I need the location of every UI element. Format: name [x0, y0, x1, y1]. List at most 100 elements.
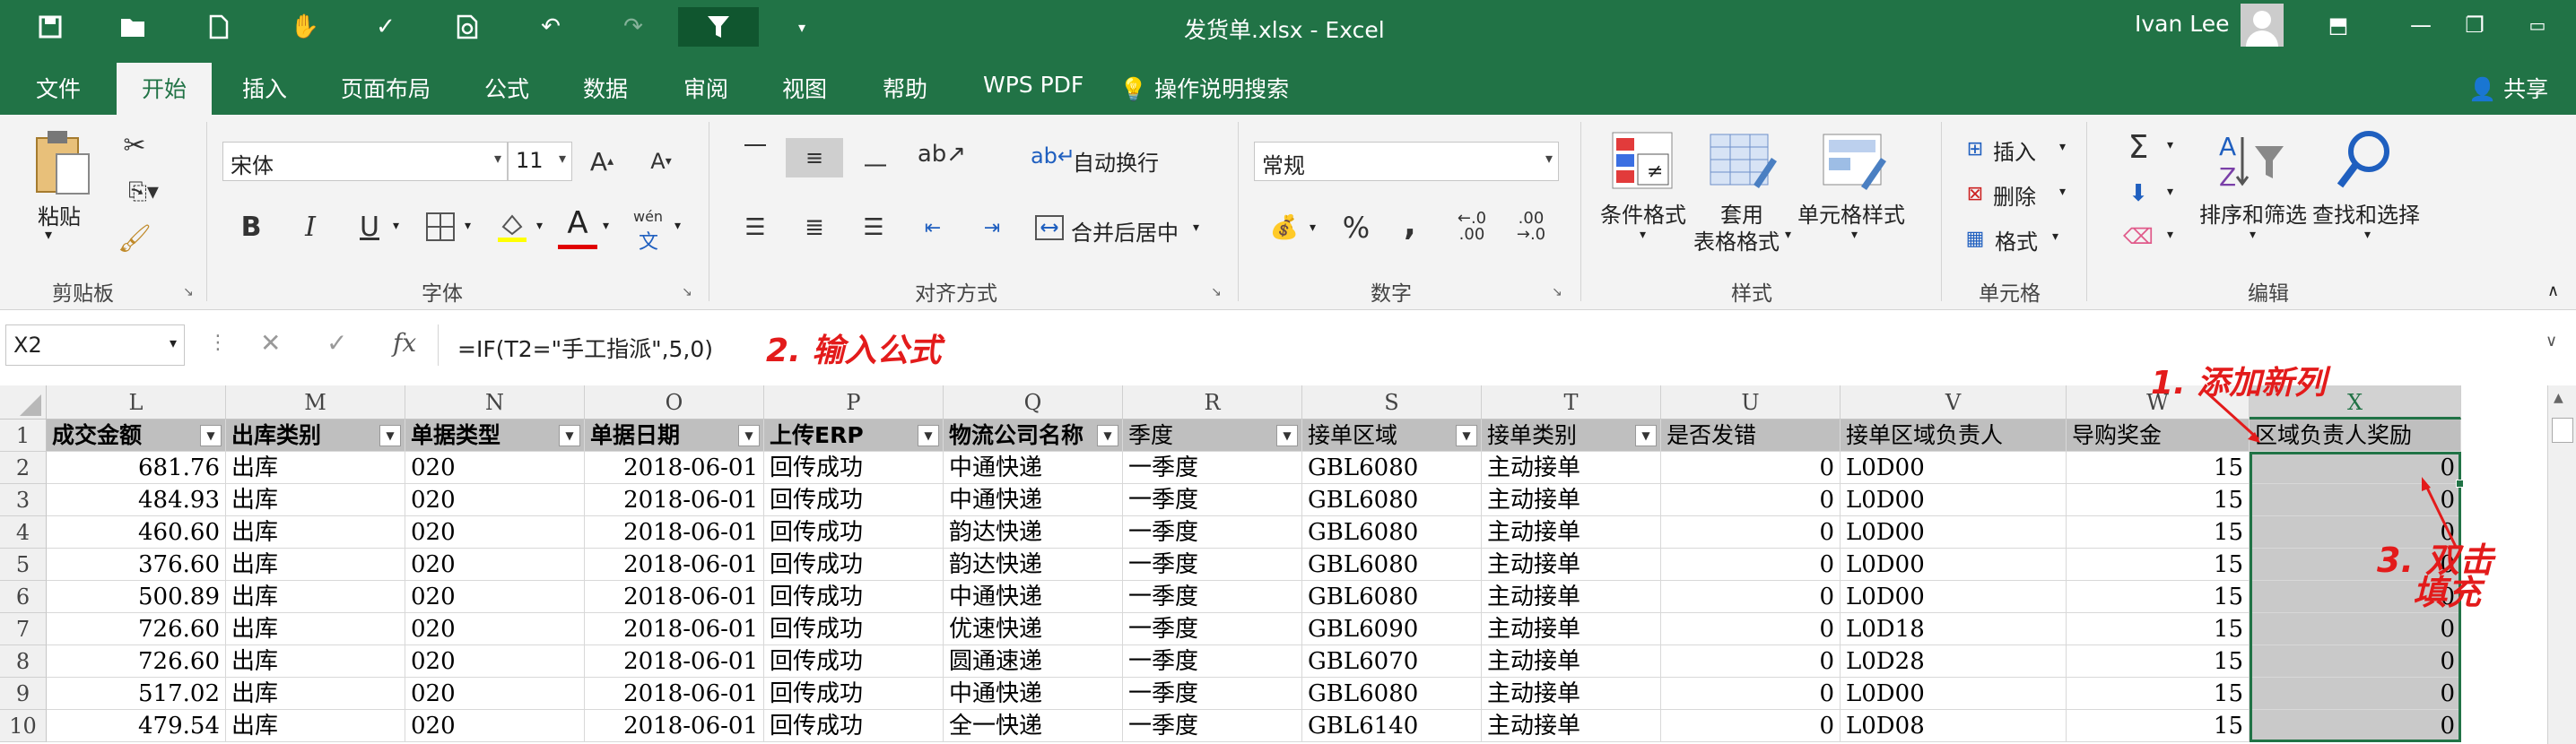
column-header-u[interactable]: U [1661, 385, 1841, 420]
table-cell[interactable]: L0D18 [1841, 613, 2067, 645]
table-cell[interactable]: GBL6080 [1302, 549, 1482, 581]
table-cell[interactable]: 020 [405, 516, 585, 549]
column-header-o[interactable]: O [585, 385, 764, 420]
find-select-dropdown-icon[interactable]: ▾ [2364, 228, 2371, 242]
clear-icon[interactable]: ⌫ [2120, 219, 2156, 255]
table-cell[interactable]: 2018-06-01 [585, 581, 764, 613]
table-cell[interactable]: GBL6080 [1302, 452, 1482, 484]
table-cell[interactable]: L0D00 [1841, 484, 2067, 516]
fill-icon[interactable]: ⬇ [2120, 176, 2156, 212]
name-box-dropdown-icon[interactable]: ▾ [170, 334, 177, 351]
align-right-icon[interactable]: ☰ [854, 208, 893, 247]
align-middle-icon[interactable]: ≡ [786, 138, 843, 177]
table-cell[interactable]: 优速快递 [944, 613, 1123, 645]
filter-dropdown-icon[interactable]: ▼ [1097, 425, 1118, 446]
tab-data[interactable]: 数据 [583, 72, 628, 104]
header-cell[interactable]: 接单区域 ▼ [1302, 420, 1482, 452]
table-cell[interactable]: 一季度 [1123, 581, 1302, 613]
underline-button[interactable]: U [352, 204, 387, 249]
new-icon[interactable] [199, 7, 239, 47]
user-name[interactable]: Ivan Lee [2135, 11, 2230, 37]
table-cell[interactable]: GBL6080 [1302, 581, 1482, 613]
formula-input[interactable]: =IF(T2="手工指派",5,0) [457, 332, 713, 364]
merge-center-icon[interactable] [1031, 210, 1067, 246]
avatar[interactable] [2241, 4, 2284, 47]
header-cell[interactable]: 出库类别 ▼ [226, 420, 405, 452]
header-cell[interactable]: 接单类别 ▼ [1482, 420, 1661, 452]
table-cell[interactable]: 0 [1661, 452, 1841, 484]
header-cell[interactable]: 季度 ▼ [1123, 420, 1302, 452]
table-format-dropdown-icon[interactable]: ▾ [1785, 228, 1791, 242]
conditional-dropdown-icon[interactable]: ▾ [1640, 228, 1646, 242]
filter-dropdown-icon[interactable]: ▼ [1276, 425, 1298, 446]
tell-me-search[interactable]: 💡 操作说明搜索 [1119, 72, 1289, 104]
increase-decimal-icon[interactable]: ←.0.00 [1448, 204, 1496, 249]
table-cell[interactable]: 主动接单 [1482, 678, 1661, 710]
header-cell[interactable]: 单据日期 ▼ [585, 420, 764, 452]
minimize-icon[interactable]: — [2400, 7, 2441, 43]
table-cell[interactable]: 出库 [226, 710, 405, 742]
table-cell[interactable]: 2018-06-01 [585, 645, 764, 678]
filter-dropdown-icon[interactable]: ▼ [918, 425, 939, 446]
table-cell[interactable]: 一季度 [1123, 678, 1302, 710]
cut-icon[interactable]: ✂ [117, 127, 152, 163]
tab-review[interactable]: 审阅 [683, 72, 728, 104]
format-as-table-label[interactable]: 表格格式 [1693, 224, 1780, 255]
filter-dropdown-icon[interactable]: ▼ [379, 425, 401, 446]
decrease-decimal-icon[interactable]: .00 →.0 [1507, 204, 1555, 249]
table-cell[interactable]: 2018-06-01 [585, 710, 764, 742]
font-launcher-icon[interactable]: ↘ [682, 285, 692, 299]
table-cell[interactable]: 726.60 [47, 613, 226, 645]
bold-button[interactable]: B [233, 204, 269, 249]
table-cell[interactable]: 0 [1661, 710, 1841, 742]
table-cell[interactable]: 回传成功 [764, 613, 944, 645]
filter-dropdown-icon[interactable]: ▼ [200, 425, 222, 446]
wrap-text-button[interactable]: 自动换行 [1073, 145, 1159, 177]
table-cell[interactable]: 韵达快递 [944, 549, 1123, 581]
row-header-4[interactable]: 4 [0, 516, 47, 549]
row-header-10[interactable]: 10 [0, 710, 47, 742]
align-center-icon[interactable]: ≣ [795, 208, 834, 247]
table-cell[interactable]: GBL6140 [1302, 710, 1482, 742]
table-cell[interactable]: 出库 [226, 516, 405, 549]
cell-styles-button[interactable]: 单元格样式 [1797, 197, 1905, 229]
table-cell[interactable]: 中通快递 [944, 678, 1123, 710]
merge-dropdown-icon[interactable]: ▾ [1193, 221, 1199, 235]
copy-icon[interactable]: ⎘▾ [117, 174, 170, 210]
header-cell[interactable]: 接单区域负责人 [1841, 420, 2067, 452]
tab-insert[interactable]: 插入 [242, 72, 287, 104]
table-cell[interactable]: 一季度 [1123, 710, 1302, 742]
find-select-icon[interactable] [2332, 125, 2397, 194]
table-cell[interactable]: 一季度 [1123, 452, 1302, 484]
enter-icon[interactable]: ✓ [326, 328, 347, 358]
row-header-8[interactable]: 8 [0, 645, 47, 678]
table-cell[interactable]: 回传成功 [764, 484, 944, 516]
merge-center-button[interactable]: 合并后居中 [1071, 215, 1179, 247]
tab-help[interactable]: 帮助 [883, 72, 927, 104]
table-cell[interactable]: 2018-06-01 [585, 549, 764, 581]
filter-dropdown-icon[interactable]: ▼ [1456, 425, 1477, 446]
table-cell[interactable]: L0D00 [1841, 581, 2067, 613]
borders-icon[interactable] [418, 204, 463, 249]
table-cell[interactable]: 一季度 [1123, 484, 1302, 516]
table-cell[interactable]: 681.76 [47, 452, 226, 484]
table-cell[interactable]: 460.60 [47, 516, 226, 549]
table-cell[interactable]: 15 [2067, 581, 2250, 613]
table-cell[interactable]: 回传成功 [764, 516, 944, 549]
delete-cells-button[interactable]: 删除 [1993, 179, 2036, 211]
spellcheck-icon[interactable]: ✓ [366, 7, 405, 47]
table-cell[interactable]: 一季度 [1123, 645, 1302, 678]
cancel-icon[interactable]: ✕ [260, 328, 281, 358]
table-cell[interactable]: 主动接单 [1482, 581, 1661, 613]
table-cell[interactable]: 0 [1661, 484, 1841, 516]
font-size-select[interactable]: 11 ▾ [508, 142, 572, 181]
table-cell[interactable]: 回传成功 [764, 710, 944, 742]
orientation-icon[interactable]: ab↗ [915, 134, 969, 174]
ribbon-display-icon[interactable]: ⬒ [2318, 7, 2359, 43]
redo-icon[interactable]: ↷ [614, 7, 653, 47]
borders-dropdown-icon[interactable]: ▾ [465, 219, 471, 233]
table-cell[interactable]: GBL6080 [1302, 678, 1482, 710]
fill-dropdown-icon[interactable]: ▾ [2167, 185, 2173, 199]
table-cell[interactable]: 500.89 [47, 581, 226, 613]
table-cell[interactable]: 484.93 [47, 484, 226, 516]
